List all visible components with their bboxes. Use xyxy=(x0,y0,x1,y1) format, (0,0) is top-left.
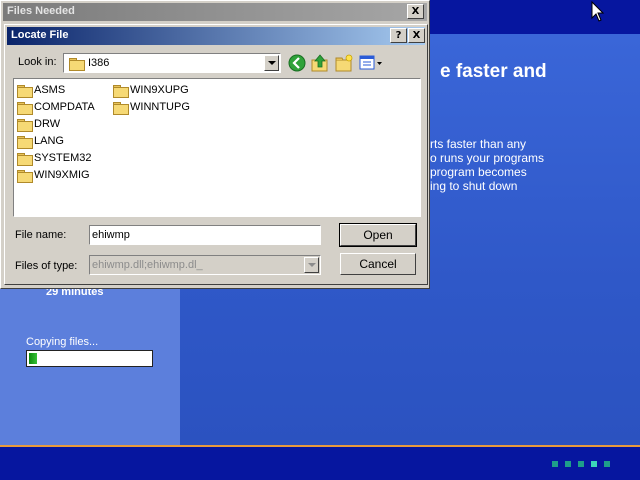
step-dot xyxy=(565,461,571,467)
files-needed-close-button[interactable]: X xyxy=(407,4,424,19)
setup-bottom-bar xyxy=(0,447,640,480)
close-icon: X xyxy=(412,30,421,41)
folder-icon xyxy=(112,101,129,115)
step-dot xyxy=(604,461,610,467)
step-dot xyxy=(591,461,597,467)
open-button[interactable]: Open xyxy=(339,223,417,247)
folder-label: LANG xyxy=(34,135,64,147)
new-folder-icon[interactable] xyxy=(334,53,354,73)
folder-item[interactable]: COMPDATA xyxy=(16,99,95,115)
step-dot xyxy=(578,461,584,467)
progress-fill xyxy=(29,353,37,364)
close-icon: X xyxy=(411,6,420,17)
look-in-value: I386 xyxy=(88,57,110,69)
files-of-type-value: ehiwmp.dll;ehiwmp.dl_ xyxy=(92,259,203,271)
folder-item[interactable]: WIN9XMIG xyxy=(16,167,90,183)
step-dot xyxy=(552,461,558,467)
dialog-title: Locate File xyxy=(11,29,69,41)
folder-icon xyxy=(16,101,33,115)
folder-label: ASMS xyxy=(34,84,66,96)
setup-body-line: program becomes xyxy=(430,165,527,179)
locate-file-titlebar[interactable]: Locate File xyxy=(7,27,425,45)
folder-label: WIN9XMIG xyxy=(34,169,90,181)
folder-label: COMPDATA xyxy=(34,101,95,113)
folder-icon xyxy=(68,57,85,71)
help-icon: ? xyxy=(395,30,402,41)
look-in-dropdown[interactable]: I386 xyxy=(63,53,281,73)
look-in-label: Look in: xyxy=(18,56,57,68)
view-menu-icon[interactable] xyxy=(358,53,384,73)
folder-icon xyxy=(16,135,33,149)
folder-icon xyxy=(16,84,33,98)
folder-item[interactable]: DRW xyxy=(16,116,60,132)
folder-icon xyxy=(16,152,33,166)
copy-progress-bar xyxy=(26,350,153,367)
close-button[interactable]: X xyxy=(408,28,425,43)
file-name-label: File name: xyxy=(15,229,67,241)
file-list[interactable]: ASMS COMPDATA DRW LANG SYSTEM32 WIN9XMIG WIN9X… xyxy=(13,78,421,217)
back-icon[interactable] xyxy=(287,53,307,73)
folder-icon xyxy=(16,169,33,183)
folder-item[interactable]: WINNTUPG xyxy=(112,99,190,115)
locate-file-dialog: Locate File ? X Look in: I386 ASMS COMPDA… xyxy=(4,24,428,285)
folder-icon xyxy=(16,118,33,132)
setup-body-line: rts faster than any xyxy=(430,137,527,151)
chevron-down-icon[interactable] xyxy=(264,55,279,71)
folder-label: WIN9XUPG xyxy=(130,84,189,96)
setup-headline: e faster and xyxy=(440,61,547,82)
folder-label: WINNTUPG xyxy=(130,101,190,113)
folder-label: SYSTEM32 xyxy=(34,152,92,164)
status-text: Copying files... xyxy=(26,336,99,348)
setup-body-line: ing to shut down xyxy=(430,179,518,193)
cancel-button[interactable]: Cancel xyxy=(340,253,416,275)
folder-item[interactable]: SYSTEM32 xyxy=(16,150,91,166)
up-folder-icon[interactable] xyxy=(310,53,330,73)
setup-body-line: o runs your programs xyxy=(430,151,545,165)
file-name-input[interactable]: ehiwmp xyxy=(89,225,321,245)
help-button[interactable]: ? xyxy=(390,28,407,43)
files-needed-titlebar: Files Needed xyxy=(3,3,427,21)
files-needed-title: Files Needed xyxy=(7,5,75,17)
mouse-pointer-icon xyxy=(591,1,605,22)
files-of-type-dropdown: ehiwmp.dll;ehiwmp.dl_ xyxy=(89,255,321,275)
files-of-type-label: Files of type: xyxy=(15,260,78,272)
folder-icon xyxy=(112,84,129,98)
setup-step-indicator xyxy=(552,461,610,467)
folder-item[interactable]: LANG xyxy=(16,133,64,149)
folder-label: DRW xyxy=(34,118,61,130)
folder-item[interactable]: WIN9XUPG xyxy=(112,82,189,98)
chevron-down-icon xyxy=(304,257,319,273)
folder-item[interactable]: ASMS xyxy=(16,82,65,98)
